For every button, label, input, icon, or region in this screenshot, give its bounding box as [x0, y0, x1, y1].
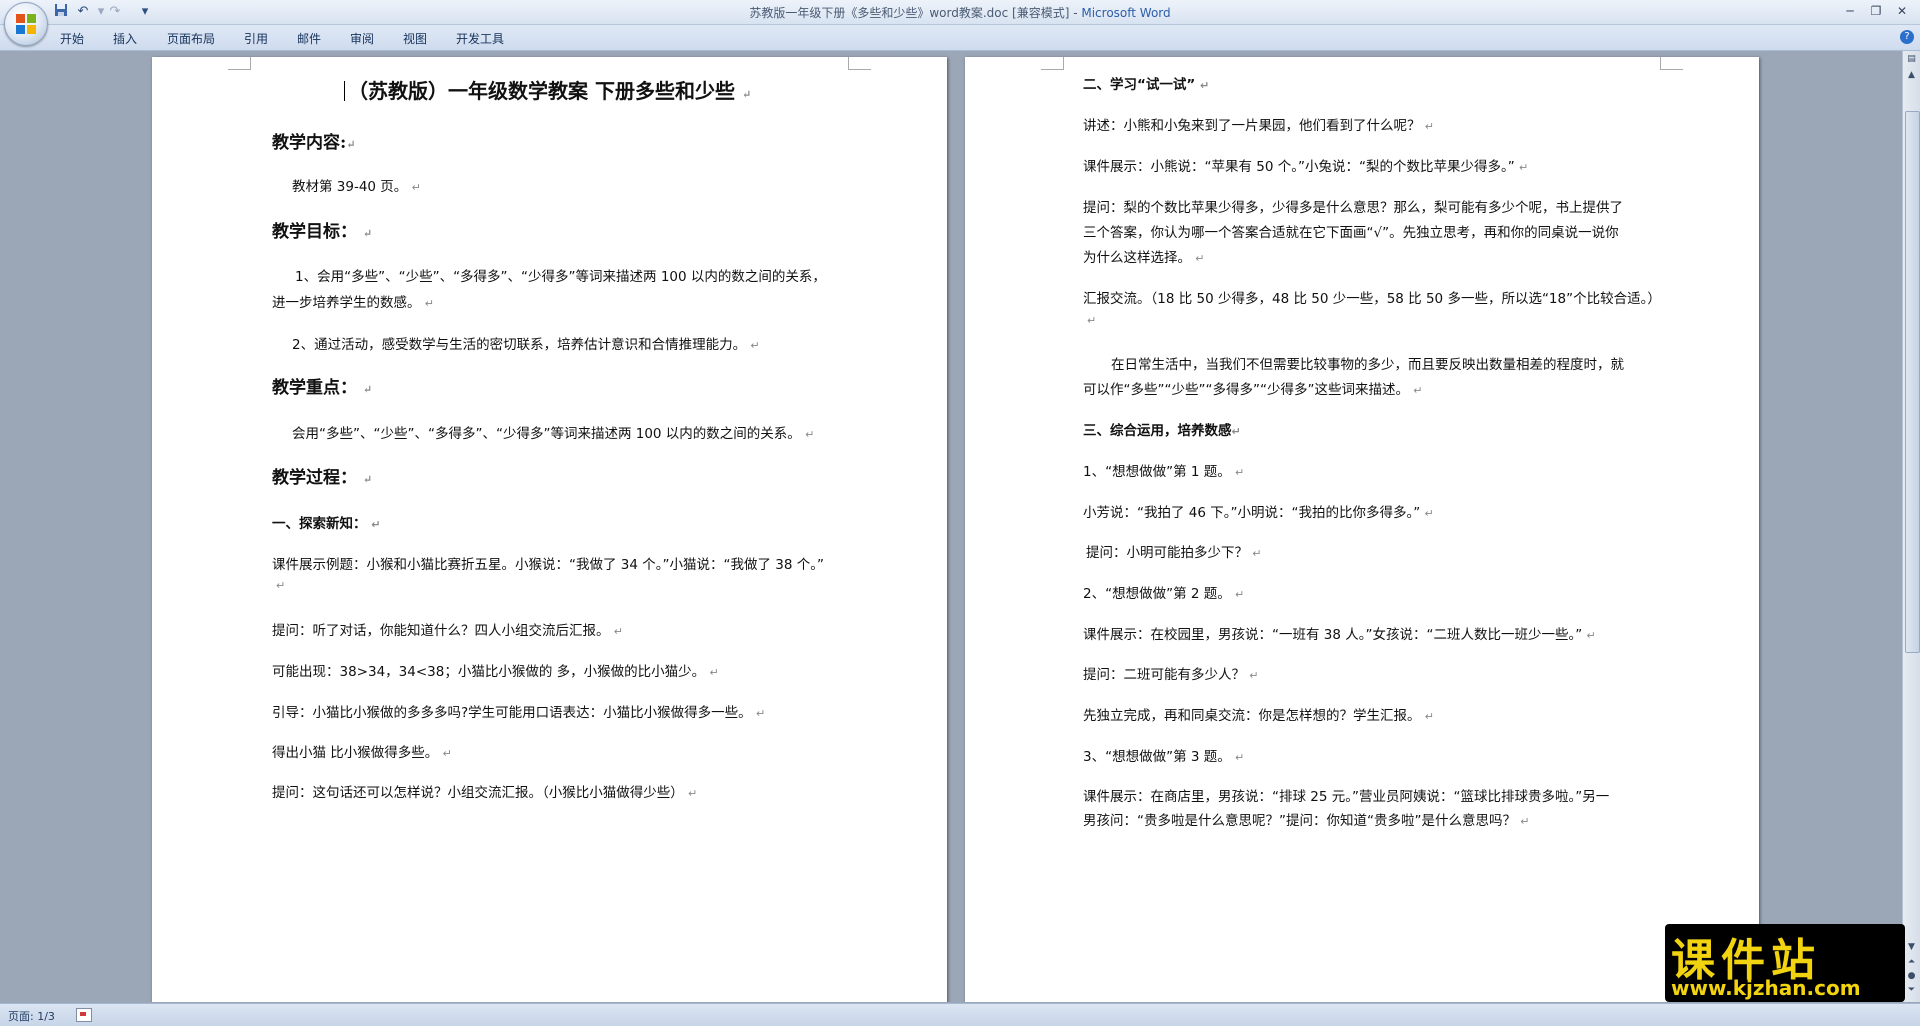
body-line: 三个答案，你认为哪一个答案合适就在它下面画“√”。先独立思考，再和你的同桌说一说…	[1083, 225, 1619, 241]
body-line: ↵	[276, 579, 286, 592]
body-line: 提问：梨的个数比苹果少得多，少得多是什么意思？那么，梨可能有多少个呢，书上提供了	[1083, 200, 1623, 216]
vertical-scrollbar[interactable]: ▤ ▲ ▼ ⏶ ● ⏷	[1902, 51, 1920, 1002]
window-title: 苏教版一年级下册《多些和少些》word教案.doc [兼容模式] - Micro…	[0, 4, 1920, 21]
ribbon-tabs: 开始 插入 页面布局 引用 邮件 审阅 视图 开发工具 ?	[0, 25, 1920, 51]
body-line: 在日常生活中，当我们不但需要比较事物的多少，而且要反映出数量相差的程度时，就	[1111, 357, 1624, 373]
page-2[interactable]: 二、学习“试一试” ↵ 讲述：小熊和小兔来到了一片果园，他们看到了什么呢？ ↵ …	[965, 57, 1759, 1002]
section-heading: 教学内容:↵	[272, 133, 356, 153]
office-logo-icon	[16, 14, 36, 34]
tab-developer[interactable]: 开发工具	[456, 30, 504, 47]
scroll-down-icon[interactable]: ▼	[1905, 941, 1918, 954]
minimize-button[interactable]: ─	[1838, 2, 1862, 21]
tab-review[interactable]: 审阅	[350, 30, 374, 47]
body-line: 先独立完成，再和同桌交流：你是怎样想的？学生汇报。 ↵	[1083, 708, 1435, 724]
tab-mailings[interactable]: 邮件	[297, 30, 321, 47]
page-1[interactable]: （苏教版）一年级数学教案 下册多些和少些 ↵ 教学内容:↵ 教材第 39-40 …	[152, 57, 947, 1002]
title-separator: -	[1069, 6, 1082, 20]
help-icon[interactable]: ?	[1900, 30, 1914, 44]
tab-view[interactable]: 视图	[403, 30, 427, 47]
body-line: 会用“多些”、“少些”、“多得多”、“少得多”等词来描述两 100 以内的数之间…	[292, 426, 815, 442]
body-line: 课件展示：在商店里，男孩说：“排球 25 元。”营业员阿姨说：“篮球比排球贵多啦…	[1083, 789, 1610, 805]
next-page-icon[interactable]: ⏷	[1905, 984, 1918, 997]
section-heading: 教学重点： ↵	[272, 378, 373, 398]
margin-corner	[1041, 57, 1064, 70]
margin-corner	[848, 57, 871, 70]
tab-insert[interactable]: 插入	[113, 30, 137, 47]
close-button[interactable]: ✕	[1890, 2, 1914, 21]
sub-heading: 一、探索新知： ↵	[272, 516, 381, 532]
section-heading: 教学目标： ↵	[272, 222, 373, 242]
scroll-thumb[interactable]	[1905, 111, 1920, 653]
site-watermark-logo: 课件站 www.kjzhan.com	[1665, 924, 1905, 1002]
ruler-toggle-icon[interactable]: ▤	[1905, 53, 1918, 66]
previous-page-icon[interactable]: ⏶	[1905, 956, 1918, 969]
body-line: 3、“想想做做”第 3 题。 ↵	[1083, 749, 1245, 765]
body-line: 男孩问：“贵多啦是什么意思呢？”提问：你知道“贵多啦”是什么意思吗？ ↵	[1083, 813, 1530, 829]
body-line: 提问：这句话还可以怎样说？小组交流汇报。（小猴比小猫做得少些） ↵	[272, 785, 698, 801]
app-name: Microsoft Word	[1081, 6, 1171, 20]
document-area: （苏教版）一年级数学教案 下册多些和少些 ↵ 教学内容:↵ 教材第 39-40 …	[0, 51, 1902, 1002]
body-line: 提问：小明可能拍多少下？ ↵	[1086, 545, 1262, 561]
body-line: 为什么这样选择。 ↵	[1083, 250, 1205, 266]
tab-page-layout[interactable]: 页面布局	[167, 30, 215, 47]
body-line: 小芳说：“我拍了 46 下。”小明说：“我拍的比你多得多。” ↵	[1083, 505, 1434, 521]
section-heading: 教学过程： ↵	[272, 468, 373, 488]
sub-heading: 三、综合运用，培养数感↵	[1083, 423, 1241, 439]
page-count[interactable]: 页面: 1/3	[8, 1008, 55, 1024]
document-heading: （苏教版）一年级数学教案 下册多些和少些 ↵	[344, 75, 751, 104]
body-line: 引导：小猫比小猴做的多多多吗?学生可能用口语表达：小猫比小猴做得多一些。 ↵	[272, 705, 766, 721]
body-line: 得出小猫 比小猴做得多些。 ↵	[272, 745, 452, 761]
body-line: 2、通过活动，感受数学与生活的密切联系，培养估计意识和合情推理能力。 ↵	[292, 337, 760, 353]
body-line: 课件展示：小熊说：“苹果有 50 个。”小兔说：“梨的个数比苹果少得多。” ↵	[1083, 159, 1529, 175]
body-line: 可能出现：38>34，34<38；小猫比小猴做的 多，小猴做的比小猫少。 ↵	[272, 664, 719, 680]
text-cursor	[344, 81, 345, 101]
body-line: 提问：二班可能有多少人？ ↵	[1083, 667, 1259, 683]
browse-object-icon[interactable]: ●	[1905, 970, 1918, 983]
body-line: 可以作“多些”“少些”“多得多”“少得多”这些词来描述。 ↵	[1083, 382, 1423, 398]
restore-button[interactable]: ❐	[1864, 2, 1888, 21]
tab-references[interactable]: 引用	[244, 30, 268, 47]
title-bar: ↶ ▾ ↷ ▾ 苏教版一年级下册《多些和少些》word教案.doc [兼容模式]…	[0, 0, 1920, 46]
tab-home[interactable]: 开始	[60, 30, 84, 47]
proofing-icon[interactable]	[76, 1008, 92, 1022]
body-line: 1、会用“多些”、“少些”、“多得多”、“少得多”等词来描述两 100 以内的数…	[295, 269, 826, 285]
body-line: 2、“想想做做”第 2 题。 ↵	[1083, 586, 1245, 602]
watermark-url: www.kjzhan.com	[1671, 976, 1861, 1000]
body-line: 讲述：小熊和小兔来到了一片果园，他们看到了什么呢？ ↵	[1083, 118, 1435, 134]
scroll-up-icon[interactable]: ▲	[1905, 69, 1918, 82]
body-line: 1、“想想做做”第 1 题。 ↵	[1083, 464, 1245, 480]
margin-corner	[228, 57, 251, 70]
margin-corner	[1660, 57, 1683, 70]
body-line: 课件展示：在校园里，男孩说：“一班有 38 人。”女孩说：“二班人数比一班少一些…	[1083, 627, 1596, 643]
body-line: 课件展示例题：小猴和小猫比赛折五星。小猴说：“我做了 34 个。”小猫说：“我做…	[272, 557, 824, 573]
sub-heading: 二、学习“试一试” ↵	[1083, 77, 1210, 93]
body-line: 进一步培养学生的数感。 ↵	[272, 295, 435, 311]
document-title: 苏教版一年级下册《多些和少些》word教案.doc [兼容模式]	[749, 6, 1070, 20]
body-line: 提问：听了对话，你能知道什么？四人小组交流后汇报。 ↵	[272, 623, 624, 639]
body-line: ↵	[1087, 314, 1097, 327]
body-line: 汇报交流。（18 比 50 少得多，48 比 50 少一些，58 比 50 多一…	[1083, 291, 1661, 307]
office-button[interactable]	[4, 2, 48, 46]
body-line: 教材第 39-40 页。 ↵	[292, 179, 421, 195]
status-bar: 页面: 1/3	[0, 1003, 1920, 1026]
